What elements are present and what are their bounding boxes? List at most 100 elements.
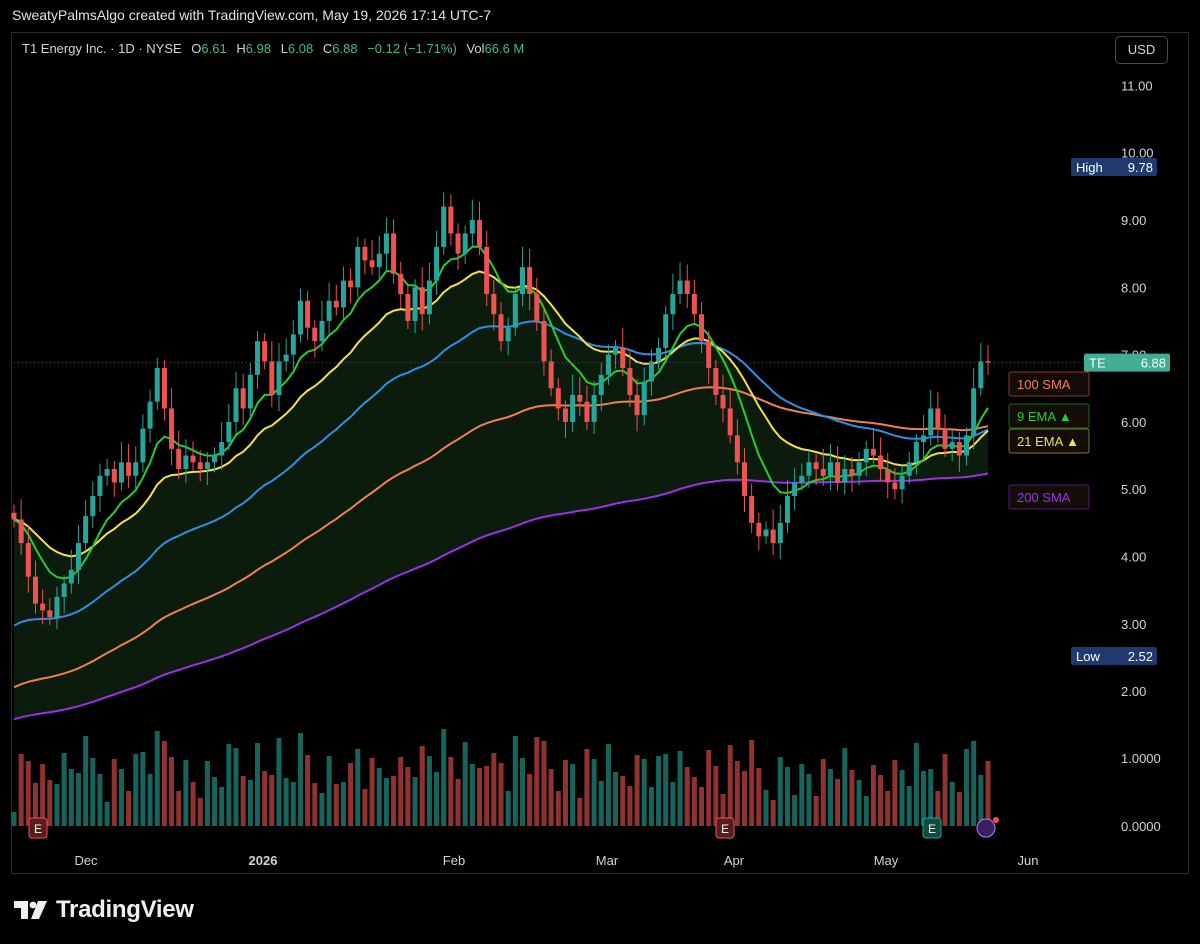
candle-body [899, 475, 905, 490]
volume-bar [462, 742, 468, 826]
volume-bar [534, 737, 540, 826]
candle-body [305, 300, 311, 328]
volume-bar [713, 766, 719, 826]
volume-bar [627, 786, 633, 826]
volume-bar [383, 778, 389, 826]
candle-body [290, 334, 296, 355]
candle-body [978, 361, 984, 389]
volume-bar [477, 768, 483, 826]
candle-body [541, 320, 547, 362]
volume-bar [140, 752, 146, 826]
volume-bar [741, 771, 748, 826]
volume-bar [326, 756, 332, 826]
candle-body [319, 320, 325, 342]
candle-body [784, 495, 790, 523]
volume-bar [820, 759, 826, 826]
volume-bar [505, 791, 511, 826]
candle-body [548, 361, 554, 389]
candle-body [806, 462, 812, 476]
indicator-label: 9 EMA ▲ [1017, 409, 1072, 424]
candle-body [90, 495, 96, 517]
volume-bar [54, 784, 60, 826]
candle-body [212, 455, 218, 463]
volume-bar [892, 760, 898, 826]
last-price-marker-label: TE [1089, 356, 1106, 371]
candle-body [849, 469, 855, 476]
event-icon [976, 818, 996, 838]
volume-bar [126, 791, 132, 826]
candle-body [641, 381, 647, 416]
candle-body [11, 512, 17, 520]
candle-body [770, 529, 776, 544]
y-tick-label: 11.00 [1121, 78, 1153, 93]
candle-body [971, 388, 977, 436]
volume-bar [777, 757, 783, 826]
candle-body [813, 462, 819, 470]
volume-bar [928, 769, 934, 826]
candle-body [792, 482, 798, 496]
volume-bar [441, 729, 447, 826]
x-tick-label: Mar [596, 853, 619, 868]
candle-body [935, 408, 941, 429]
candle-body [670, 294, 676, 315]
candle-body [656, 347, 662, 362]
candle-body [605, 354, 611, 375]
candle-body [677, 280, 683, 295]
tradingview-brand[interactable]: TradingView [14, 896, 194, 924]
volume-bar [240, 776, 246, 826]
volume-bar [161, 741, 167, 826]
candle-body [634, 394, 640, 416]
volume-bar [176, 791, 182, 826]
candle-body [870, 448, 876, 456]
volume-bar [598, 781, 604, 826]
volume-bar [498, 763, 504, 826]
candle-body [197, 462, 203, 470]
candle-body [727, 408, 733, 436]
volume-bar [913, 743, 919, 826]
y-tick-label: 3.00 [1121, 617, 1146, 632]
volume-bar [885, 791, 891, 826]
y-tick-label: 8.00 [1121, 280, 1146, 295]
candle-body [827, 462, 833, 476]
candle-body [283, 354, 289, 362]
candle-body [684, 280, 690, 295]
candle-body [863, 448, 869, 463]
volume-bar [348, 763, 354, 826]
volume-bar [870, 765, 876, 826]
candle-body [312, 327, 318, 342]
candle-body [598, 374, 604, 395]
candle-body [126, 462, 132, 476]
candle-body [369, 260, 375, 268]
volume-bar [197, 798, 203, 826]
volume-bar [799, 764, 805, 826]
earnings-marker-label: E [928, 822, 936, 836]
candle-body [763, 529, 769, 537]
volume-bar [555, 791, 561, 826]
x-tick-label: Dec [74, 853, 98, 868]
volume-bar [978, 775, 984, 826]
price-chart[interactable]: 11.0010.009.008.007.006.005.004.003.002.… [0, 0, 1200, 944]
candle-body [183, 455, 189, 470]
volume-bar [942, 754, 948, 826]
volume-bar [376, 768, 382, 826]
volume-bar [691, 777, 697, 826]
high-marker-label: High [1076, 160, 1103, 175]
candle-body [498, 314, 504, 342]
indicator-label: 100 SMA [1017, 377, 1071, 392]
volume-bar [878, 775, 884, 826]
volume-bar [212, 777, 218, 826]
candle-body [878, 455, 884, 470]
volume-bar [684, 767, 690, 826]
volume-bar [512, 736, 518, 826]
earnings-marker-label: E [34, 822, 42, 836]
volume-bar [133, 754, 139, 826]
candle-body [949, 442, 955, 449]
volume-bar [827, 769, 833, 826]
candle-body [691, 294, 697, 315]
volume-bar [25, 761, 31, 826]
candle-body [570, 394, 576, 422]
volume-bar [247, 780, 253, 826]
volume-bar [985, 760, 991, 826]
candle-body [32, 576, 38, 604]
volume-bar [856, 780, 862, 826]
